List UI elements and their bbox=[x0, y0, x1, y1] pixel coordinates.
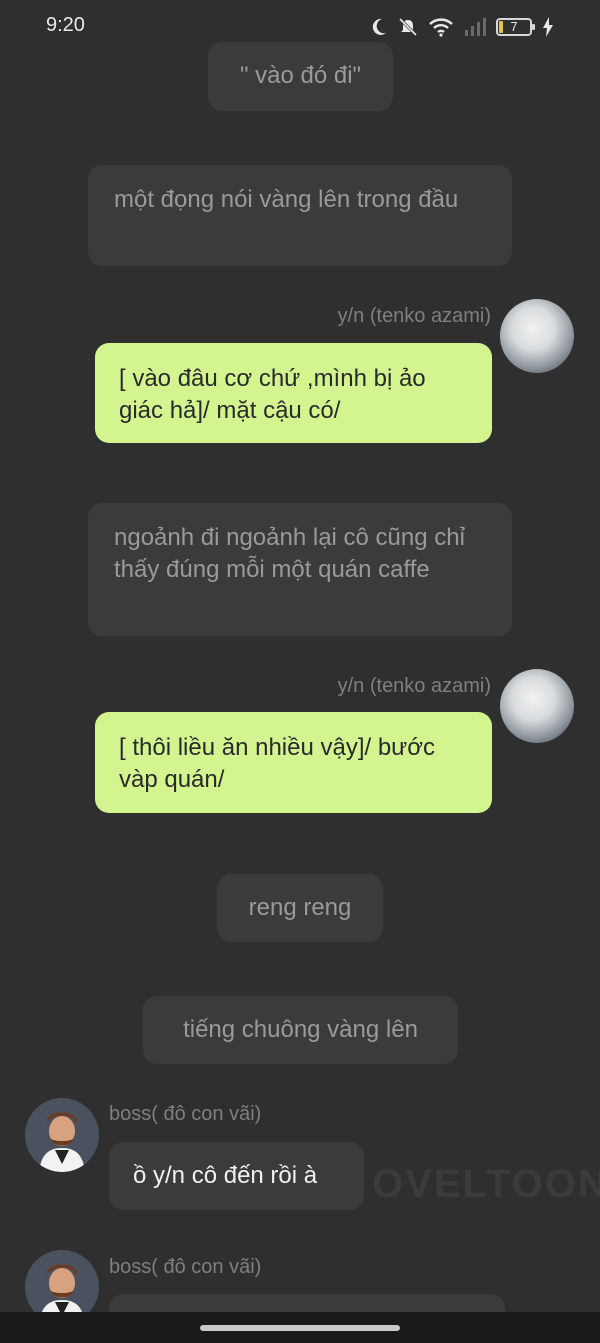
character-avatar[interactable] bbox=[25, 1098, 99, 1172]
sender-name: y/n (tenko azami) bbox=[337, 675, 491, 697]
narration-text: một đọng nói vàng lên trong đầu bbox=[114, 186, 459, 213]
narration-text: ngoảnh đi ngoảnh lại cô cũng chỉ thấy đú… bbox=[114, 524, 465, 583]
narration-bubble: tiếng chuông vàng lên bbox=[143, 996, 458, 1064]
user-avatar[interactable] bbox=[500, 299, 574, 373]
message-text: [ thôi liều ăn nhiều vậy]/ bước vàp quán… bbox=[119, 734, 435, 793]
sender-name: boss( đô con vãi) bbox=[109, 1256, 262, 1278]
narration-text: tiếng chuông vàng lên bbox=[183, 1016, 418, 1043]
message-text: [ vào đâu cơ chứ ,mình bị ảo giác hả]/ m… bbox=[119, 365, 426, 424]
sender-name: boss( đô con vãi) bbox=[109, 1103, 262, 1125]
moon-icon bbox=[372, 18, 386, 35]
charging-icon bbox=[543, 17, 553, 37]
message-text: ồ y/n cô đến rồi à bbox=[133, 1162, 318, 1189]
character-message-bubble[interactable]: ồ y/n cô đến rồi à bbox=[109, 1142, 364, 1210]
narration-bubble: reng reng bbox=[217, 874, 383, 942]
status-time: 9:20 bbox=[46, 14, 85, 36]
narration-bubble: " vào đó đi" bbox=[208, 42, 393, 111]
user-message-bubble[interactable]: [ vào đâu cơ chứ ,mình bị ảo giác hả]/ m… bbox=[95, 343, 492, 443]
user-avatar[interactable] bbox=[500, 669, 574, 743]
home-indicator[interactable] bbox=[200, 1325, 400, 1331]
battery-level: 7 bbox=[510, 19, 518, 34]
battery-icon: 7 bbox=[496, 18, 535, 36]
status-icons: 7 bbox=[370, 14, 554, 40]
narration-bubble: ngoảnh đi ngoảnh lại cô cũng chỉ thấy đú… bbox=[88, 503, 512, 636]
wifi-icon bbox=[429, 18, 453, 37]
watermark: OVELTOON bbox=[372, 1162, 600, 1206]
narration-text: " vào đó đi" bbox=[239, 62, 362, 89]
user-message-bubble[interactable]: [ thôi liều ăn nhiều vậy]/ bước vàp quán… bbox=[95, 712, 492, 813]
sender-name: y/n (tenko azami) bbox=[337, 305, 491, 327]
signal-icon bbox=[465, 18, 486, 36]
narration-text: reng reng bbox=[248, 894, 352, 921]
narration-bubble: một đọng nói vàng lên trong đầu bbox=[88, 165, 512, 266]
muted-bell-icon bbox=[398, 17, 418, 37]
